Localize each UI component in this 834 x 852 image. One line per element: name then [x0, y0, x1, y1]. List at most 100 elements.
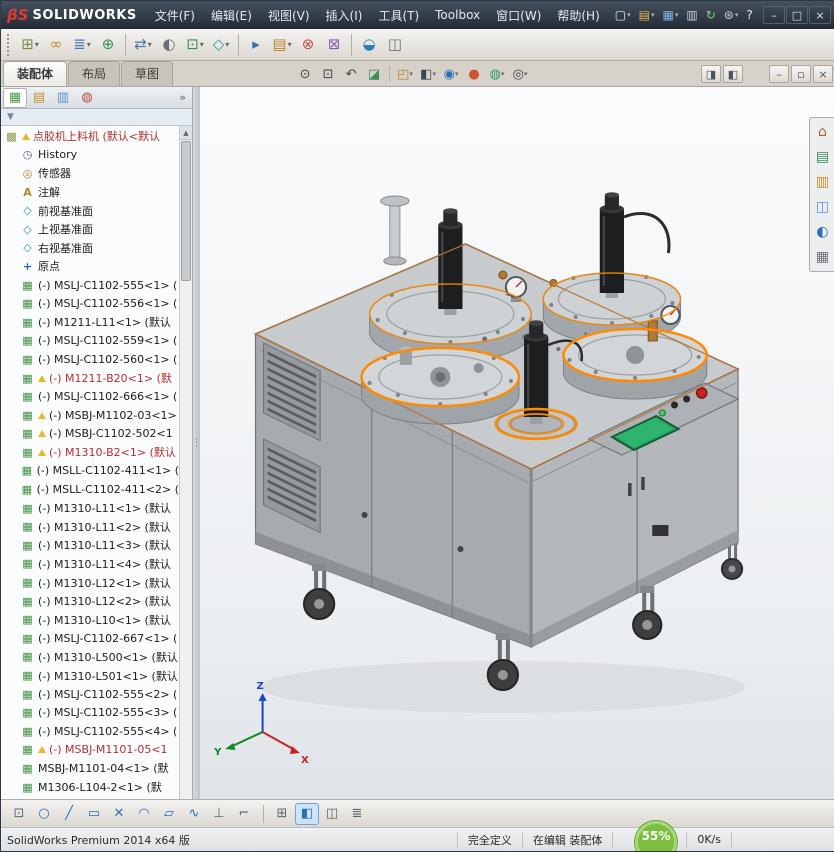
view-palette-icon[interactable]: ◫: [812, 196, 834, 218]
tab-layout[interactable]: 布局: [68, 61, 121, 86]
design-library-icon[interactable]: ▤: [812, 146, 834, 168]
toolbar-separator-3[interactable]: [351, 33, 352, 56]
trim-entities-icon[interactable]: ⌐: [232, 803, 256, 825]
appearances-scenes-icon[interactable]: ◐: [812, 221, 834, 243]
tree-item[interactable]: (-) M1211-B20<1> (默: [1, 369, 179, 388]
split-pane-icon[interactable]: ◧: [723, 65, 743, 83]
close-button[interactable]: ×: [809, 6, 831, 24]
edit-appearance-icon[interactable]: ●: [463, 64, 485, 84]
assembly-model-3d[interactable]: Z Y X: [200, 87, 834, 799]
assembly-features-icon[interactable]: ⊡: [182, 32, 208, 58]
fm-display-pane-icon[interactable]: ◨: [701, 65, 721, 83]
scroll-up-arrow-icon[interactable]: ▲: [180, 126, 192, 140]
shaded-sketch-contours-icon[interactable]: ◧: [295, 802, 319, 825]
doc-restore-icon[interactable]: ▫: [791, 65, 811, 83]
menu-window[interactable]: 窗口(W): [488, 1, 549, 29]
sketch-entity-icon[interactable]: ⊡: [7, 803, 31, 825]
mate-icon[interactable]: ∞: [43, 32, 69, 58]
doc-minimize-icon[interactable]: –: [769, 65, 789, 83]
motor-back-left[interactable]: [438, 208, 463, 315]
panel-splitter[interactable]: ⋮: [192, 87, 201, 799]
tree-item[interactable]: 右视基准面: [1, 239, 179, 258]
tree-item[interactable]: 点胶机上料机 (默认<默认: [1, 127, 179, 146]
tab-sketch[interactable]: 草图: [121, 61, 174, 86]
reference-geometry-icon[interactable]: ◇: [208, 32, 234, 58]
open-icon[interactable]: ▤: [636, 4, 658, 26]
menu-view[interactable]: 视图(V): [260, 1, 318, 29]
tree-item[interactable]: (-) M1211-L11<1> (默认: [1, 313, 179, 332]
arc-tool-icon[interactable]: ◠: [132, 803, 156, 825]
solidworks-resources-icon[interactable]: ⌂: [812, 121, 834, 143]
tree-item[interactable]: (-) MSLL-C1102-411<2> (: [1, 480, 179, 499]
tree-item[interactable]: (-) MSLJ-C1102-555<2> (: [1, 685, 179, 704]
help-icon[interactable]: ?: [743, 4, 755, 26]
tree-scrollbar[interactable]: ▲: [179, 126, 192, 799]
tree-item[interactable]: (-) MSLJ-C1102-555<3> (: [1, 703, 179, 722]
tree-item[interactable]: (-) M1310-L11<1> (默认: [1, 499, 179, 518]
tree-item[interactable]: MSBJ-M1101-04<1> (默: [1, 759, 179, 778]
tree-item[interactable]: 上视基准面: [1, 220, 179, 239]
previous-view-icon[interactable]: ↶: [340, 64, 362, 84]
tree-item[interactable]: (-) MSLJ-C1102-559<1> (: [1, 332, 179, 351]
linear-component-pattern-icon[interactable]: ≣: [69, 32, 95, 58]
line-tool-icon[interactable]: ╱: [57, 803, 81, 825]
scrollbar-thumb[interactable]: [181, 141, 191, 281]
tree-item[interactable]: (-) M1310-L12<2> (默认: [1, 592, 179, 611]
sketchbar-separator-1[interactable]: [263, 804, 264, 823]
tree-item[interactable]: (-) MSLJ-C1102-555<1> (: [1, 276, 179, 295]
tree-item[interactable]: (-) MSBJ-M1102-03<1>: [1, 406, 179, 425]
featuremanager-tab-icon[interactable]: ▦: [3, 87, 27, 108]
view-orientation-icon[interactable]: ◰: [394, 64, 416, 84]
tree-item[interactable]: 前视基准面: [1, 201, 179, 220]
tree-item[interactable]: (-) M1310-L501<1> (默认: [1, 666, 179, 685]
tree-item[interactable]: 传感器: [1, 164, 179, 183]
circle-tool-icon[interactable]: ○: [32, 803, 56, 825]
view-settings-icon[interactable]: ◎: [509, 64, 531, 84]
tree-item[interactable]: (-) MSLJ-C1102-556<1> (: [1, 294, 179, 313]
tree-item[interactable]: 注解: [1, 183, 179, 202]
zoom-to-fit-icon[interactable]: ⊙: [294, 64, 316, 84]
display-style-icon[interactable]: ◧: [417, 64, 439, 84]
tree-item[interactable]: (-) M1310-L12<1> (默认: [1, 573, 179, 592]
tree-item[interactable]: (-) M1310-L10<1> (默认: [1, 610, 179, 629]
tree-item[interactable]: M1306-L104-2<1> (默: [1, 778, 179, 797]
tree-item[interactable]: (-) MSLJ-C1102-667<1> (: [1, 629, 179, 648]
tree-item[interactable]: (-) MSBJ-M1101-05<1: [1, 741, 179, 760]
pressure-tank-front-left[interactable]: [360, 346, 520, 425]
tree-item[interactable]: (-) M1310-L11<4> (默认: [1, 555, 179, 574]
tab-assembly[interactable]: 装配体: [3, 61, 68, 86]
save-icon[interactable]: ▦: [659, 4, 681, 26]
graphics-area[interactable]: Z Y X ⌂ ▤ ▥ ◫ ◐ ▦: [200, 87, 834, 799]
minimize-button[interactable]: –: [763, 6, 785, 24]
doc-close-icon[interactable]: ×: [813, 65, 833, 83]
spline-tool-icon[interactable]: ∿: [182, 803, 206, 825]
configurationmanager-tab-icon[interactable]: ▥: [51, 88, 75, 108]
polygon-tool-icon[interactable]: ▱: [157, 803, 181, 825]
options-icon[interactable]: ⊛: [721, 4, 742, 26]
displaymanager-tab-icon[interactable]: ◍: [75, 88, 99, 108]
tree-item[interactable]: (-) M1310-L500<1> (默认: [1, 648, 179, 667]
print-icon[interactable]: ▥: [683, 4, 700, 26]
new-motion-study-icon[interactable]: ▸: [243, 32, 269, 58]
menu-file[interactable]: 文件(F): [147, 1, 203, 29]
tree-item[interactable]: (-) MSBJ-C1102-502<1: [1, 425, 179, 444]
menu-tools[interactable]: 工具(T): [370, 1, 427, 29]
external-references-icon[interactable]: ◫: [382, 32, 408, 58]
section-view-icon[interactable]: ◪: [363, 64, 385, 84]
toolbar-grip[interactable]: [7, 33, 12, 56]
hide-show-items-icon[interactable]: ◉: [440, 64, 462, 84]
tree-item[interactable]: (-) M1310-L11<2> (默认: [1, 517, 179, 536]
tree-item[interactable]: (-) M1310-B2<1> (默认: [1, 443, 179, 462]
zoom-to-area-icon[interactable]: ⊡: [317, 64, 339, 84]
sketch-picture-icon[interactable]: ◫: [320, 803, 344, 825]
rebuild-icon[interactable]: ↻: [703, 4, 719, 26]
instant3d-icon[interactable]: ◒: [356, 32, 382, 58]
propertymanager-tab-icon[interactable]: ▤: [27, 88, 51, 108]
tree-item[interactable]: 原点: [1, 257, 179, 276]
bill-of-materials-icon[interactable]: ▤: [269, 32, 295, 58]
insert-components-icon[interactable]: ⊞: [17, 32, 43, 58]
custom-properties-icon[interactable]: ▦: [812, 246, 834, 268]
filter-icon[interactable]: ▼: [7, 112, 14, 122]
grid-snap-icon[interactable]: ⊞: [270, 803, 294, 825]
menu-help[interactable]: 帮助(H): [549, 1, 607, 29]
